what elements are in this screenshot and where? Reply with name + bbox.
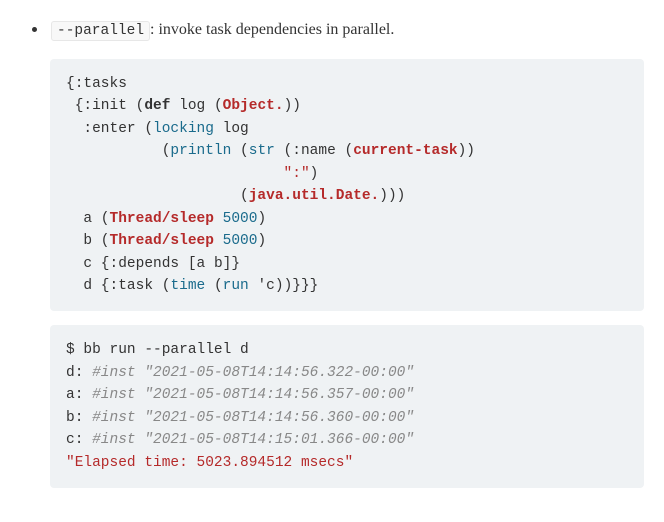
code-token: a ( — [66, 211, 110, 227]
code-token: ( — [231, 143, 248, 159]
code-token: ( — [275, 143, 292, 159]
code-token: run — [223, 278, 249, 294]
code-token: ) — [257, 211, 266, 227]
code-token: :tasks — [75, 76, 127, 92]
code-token — [66, 121, 83, 137]
code-token: ) — [310, 166, 319, 182]
code-token: ( — [153, 278, 170, 294]
code-token: #inst "2021-05-08T14:15:01.366-00:00" — [92, 432, 414, 448]
code-token: current-task — [353, 143, 457, 159]
code-token: $ bb run --parallel d — [66, 342, 249, 358]
code-token: ( — [136, 121, 153, 137]
code-token: java.util.Date. — [249, 188, 380, 204]
code-token: :name — [292, 143, 336, 159]
code-token: ( — [66, 143, 170, 159]
code-token: #inst "2021-05-08T14:14:56.322-00:00" — [92, 365, 414, 381]
code-token: c { — [66, 256, 110, 272]
code-token: ":" — [284, 166, 310, 182]
code-token: Object. — [223, 98, 284, 114]
code-token: ( — [127, 98, 144, 114]
code-token: b ( — [66, 233, 110, 249]
code-token: :init — [83, 98, 127, 114]
code-token: println — [170, 143, 231, 159]
code-token: #inst "2021-05-08T14:14:56.357-00:00" — [92, 387, 414, 403]
option-code: --parallel — [51, 21, 150, 41]
code-token: locking — [153, 121, 214, 137]
code-token: ) — [257, 233, 266, 249]
code-token — [214, 211, 223, 227]
code-token: 5000 — [223, 211, 258, 227]
code-token: { — [66, 76, 75, 92]
code-token: Thread/sleep — [110, 211, 214, 227]
code-token: #inst "2021-05-08T14:14:56.360-00:00" — [92, 410, 414, 426]
bullet-marker — [32, 27, 37, 32]
code-token: c: — [66, 432, 92, 448]
code-token: ))}}} — [275, 278, 319, 294]
code-token: ( — [336, 143, 353, 159]
code-token: 5000 — [223, 233, 258, 249]
code-token — [66, 166, 284, 182]
code-token: b: — [66, 410, 92, 426]
code-token: :task — [110, 278, 154, 294]
code-token: log ( — [170, 98, 222, 114]
code-token: ( — [66, 188, 249, 204]
code-token — [214, 233, 223, 249]
bullet-description: : invoke task dependencies in parallel. — [150, 21, 394, 38]
code-token: ( — [205, 278, 222, 294]
bullet-text: --parallel: invoke task dependencies in … — [51, 18, 394, 43]
code-token: ))) — [379, 188, 405, 204]
code-token: def — [144, 98, 170, 114]
code-token: )) — [458, 143, 475, 159]
code-token: 'c — [257, 278, 274, 294]
code-block-shell: $ bb run --parallel d d: #inst "2021-05-… — [50, 325, 644, 488]
code-token: log — [214, 121, 249, 137]
code-token: a: — [66, 387, 92, 403]
code-token: )) — [284, 98, 301, 114]
code-token: :enter — [83, 121, 135, 137]
code-token: time — [170, 278, 205, 294]
code-token: d { — [66, 278, 110, 294]
code-token: Thread/sleep — [110, 233, 214, 249]
code-token: d: — [66, 365, 92, 381]
code-token: [a b]} — [179, 256, 240, 272]
code-token: "Elapsed time: 5023.894512 msecs" — [66, 455, 353, 471]
code-token: str — [249, 143, 275, 159]
code-block-clojure: {:tasks {:init (def log (Object.)) :ente… — [50, 59, 644, 312]
code-token: :depends — [110, 256, 180, 272]
bullet-item: --parallel: invoke task dependencies in … — [32, 18, 644, 43]
code-token: { — [66, 98, 83, 114]
